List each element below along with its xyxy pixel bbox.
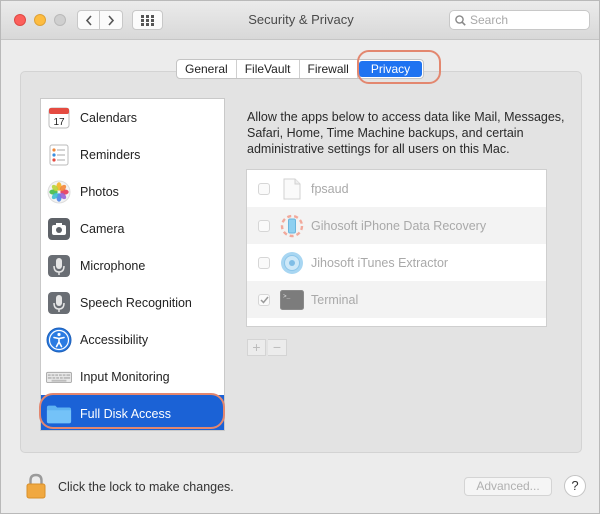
app-row-terminal[interactable]: >_ Terminal bbox=[247, 281, 546, 318]
sidebar-item-microphone[interactable]: Microphone bbox=[41, 247, 224, 284]
sidebar-item-label: Reminders bbox=[80, 147, 141, 162]
app-name: Gihosoft iPhone Data Recovery bbox=[311, 218, 487, 233]
app-row-fpsaud[interactable]: fpsaud bbox=[247, 170, 546, 207]
chevron-left-icon bbox=[85, 14, 92, 26]
microphone-icon bbox=[46, 253, 72, 279]
sidebar-item-calendars[interactable]: 17 Calendars bbox=[41, 99, 224, 136]
help-button[interactable]: ? bbox=[564, 475, 586, 497]
lock-button[interactable] bbox=[26, 473, 46, 504]
sidebar-item-label: Camera bbox=[80, 221, 125, 236]
security-privacy-window: Security & Privacy General FileVault Fir… bbox=[0, 0, 600, 514]
sidebar-item-accessibility[interactable]: Accessibility bbox=[41, 321, 224, 358]
camera-icon bbox=[46, 216, 72, 242]
app-row-jihosoft-itunes-extractor[interactable]: Jihosoft iTunes Extractor bbox=[247, 244, 546, 281]
svg-text:>_: >_ bbox=[283, 293, 291, 300]
minimize-button[interactable] bbox=[34, 14, 46, 26]
sidebar-item-label: Calendars bbox=[80, 110, 137, 125]
tab-general[interactable]: General bbox=[177, 60, 237, 78]
privacy-tab-highlight bbox=[357, 50, 441, 84]
reminders-icon bbox=[46, 142, 72, 168]
window-title: Security & Privacy bbox=[248, 12, 354, 27]
terminal-icon: >_ bbox=[280, 288, 304, 312]
close-button[interactable] bbox=[14, 14, 26, 26]
search-input[interactable] bbox=[470, 13, 580, 27]
privacy-category-list: 17 Calendars Reminders Photos Camera Mic… bbox=[40, 98, 225, 431]
app-row-partial bbox=[247, 318, 546, 326]
title-bar: Security & Privacy bbox=[1, 1, 599, 40]
speech-recognition-icon bbox=[46, 290, 72, 316]
zoom-button[interactable] bbox=[54, 14, 66, 26]
tab-filevault[interactable]: FileVault bbox=[237, 60, 300, 78]
app-checkbox[interactable] bbox=[258, 219, 270, 232]
remove-app-button[interactable]: − bbox=[268, 339, 287, 356]
back-button[interactable] bbox=[77, 10, 100, 30]
sidebar-item-label: Input Monitoring bbox=[80, 369, 170, 384]
calendar-icon: 17 bbox=[46, 105, 72, 131]
sidebar-item-label: Photos bbox=[80, 184, 119, 199]
forward-button[interactable] bbox=[100, 10, 123, 30]
advanced-button[interactable]: Advanced... bbox=[464, 477, 552, 496]
keyboard-icon bbox=[46, 364, 72, 390]
chevron-right-icon bbox=[108, 14, 115, 26]
show-all-button[interactable] bbox=[132, 10, 163, 30]
app-checkbox[interactable] bbox=[258, 256, 270, 269]
sidebar-item-input-monitoring[interactable]: Input Monitoring bbox=[41, 358, 224, 395]
svg-text:17: 17 bbox=[53, 117, 65, 128]
lock-icon bbox=[26, 473, 46, 499]
sidebar-item-label: Microphone bbox=[80, 258, 146, 273]
app-name: Terminal bbox=[311, 292, 359, 307]
add-app-button[interactable]: + bbox=[247, 339, 266, 356]
permission-description: Allow the apps below to access data like… bbox=[247, 110, 565, 156]
accessibility-icon bbox=[46, 327, 72, 353]
gihosoft-recovery-icon bbox=[280, 214, 304, 238]
full-disk-access-highlight bbox=[39, 393, 225, 429]
sidebar-item-camera[interactable]: Camera bbox=[41, 210, 224, 247]
itunes-extractor-icon bbox=[280, 251, 304, 275]
sidebar-item-photos[interactable]: Photos bbox=[41, 173, 224, 210]
generic-file-icon bbox=[280, 177, 304, 201]
app-row-gihosoft-iphone-data-recovery[interactable]: Gihosoft iPhone Data Recovery bbox=[247, 207, 546, 244]
app-list: fpsaud Gihosoft iPhone Data Recovery Jih… bbox=[246, 169, 547, 327]
grid-icon bbox=[141, 14, 154, 26]
photos-icon bbox=[46, 179, 72, 205]
sidebar-item-label: Speech Recognition bbox=[80, 295, 192, 310]
checkmark-icon bbox=[259, 296, 269, 304]
search-icon bbox=[455, 14, 466, 26]
search-field[interactable] bbox=[449, 10, 590, 30]
app-name: Jihosoft iTunes Extractor bbox=[311, 255, 449, 270]
sidebar-item-reminders[interactable]: Reminders bbox=[41, 136, 224, 173]
lock-message: Click the lock to make changes. bbox=[58, 480, 234, 494]
sidebar-item-label: Accessibility bbox=[80, 332, 149, 347]
app-checkbox[interactable] bbox=[258, 293, 270, 306]
app-name: fpsaud bbox=[311, 181, 349, 196]
app-checkbox[interactable] bbox=[258, 182, 270, 195]
sidebar-item-speech-recognition[interactable]: Speech Recognition bbox=[41, 284, 224, 321]
tab-firewall[interactable]: Firewall bbox=[300, 60, 358, 78]
